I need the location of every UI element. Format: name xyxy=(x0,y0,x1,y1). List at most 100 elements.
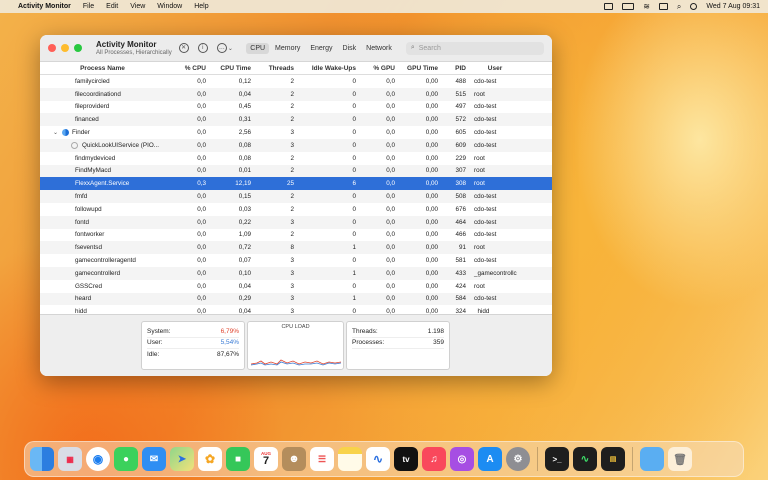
system-settings-icon[interactable]: ⚙ xyxy=(506,447,530,471)
system-label: System: xyxy=(147,327,171,335)
threads-label: Threads: xyxy=(352,327,378,335)
header-process-name[interactable]: Process Name xyxy=(45,65,160,72)
window-title-block: Activity Monitor All Processes, Hierarch… xyxy=(96,40,177,56)
facetime-icon[interactable]: ■ xyxy=(226,447,250,471)
photos-icon[interactable]: ✿ xyxy=(198,447,222,471)
header-cpu-time[interactable]: CPU Time xyxy=(210,65,255,72)
header-threads[interactable]: Threads xyxy=(255,65,298,72)
reminders-icon[interactable]: ☰ xyxy=(310,447,334,471)
messages-icon[interactable]: ● xyxy=(114,447,138,471)
display-icon[interactable] xyxy=(604,3,614,10)
table-row[interactable]: fontd 0,0 0,22 3 0 0,0 0,00 464 cdo-test xyxy=(40,215,552,229)
cell-cpu: 0,0 xyxy=(160,257,210,264)
cell-text: 424 xyxy=(455,282,466,290)
table-row[interactable]: fmfd 0,0 0,15 2 0 0,0 0,00 508 cdo-test xyxy=(40,190,552,203)
cell-gpu: 0,0 xyxy=(360,103,399,110)
cell-text: 0 xyxy=(352,205,356,213)
cell-name: filecoordinationd xyxy=(45,91,160,98)
cell-text: 0,00 xyxy=(425,103,438,111)
header-cpu[interactable]: % CPU xyxy=(160,65,210,72)
table-row[interactable]: GSSCred 0,0 0,04 3 0 0,0 0,00 424 root xyxy=(40,280,552,293)
tab-memory[interactable]: Memory xyxy=(271,43,304,54)
table-row[interactable]: gamecontrolleragentd 0,0 0,07 3 0 0,0 0,00 581 c… xyxy=(40,254,552,267)
cell-idle: 0 xyxy=(298,91,360,98)
table-row[interactable]: fileproviderd 0,0 0,45 2 0 0,0 0,00 497 cdo-test xyxy=(40,101,552,114)
app-store-icon[interactable]: A xyxy=(478,447,502,471)
tab-cpu[interactable]: CPU xyxy=(246,42,270,54)
calendar-icon[interactable]: AUG 7 xyxy=(254,447,278,471)
dock-separator-2 xyxy=(632,447,633,471)
tab-network[interactable]: Network xyxy=(362,43,396,54)
table-row[interactable]: familycircled 0,0 0,12 2 0 0,0 0,00 488 cdo-test xyxy=(40,75,552,88)
zoom-button[interactable] xyxy=(74,44,82,52)
activity-monitor-icon[interactable]: ∿ xyxy=(573,447,597,471)
spotlight-icon[interactable]: ⌕ xyxy=(677,2,681,12)
music-icon[interactable]: ♫ xyxy=(422,447,446,471)
table-row[interactable]: fseventsd 0,0 0,72 8 1 0,0 0,00 91 root xyxy=(40,241,552,255)
battery-icon[interactable] xyxy=(622,3,635,10)
tab-disk[interactable]: Disk xyxy=(339,43,361,54)
console-icon[interactable]: ▤ xyxy=(601,447,625,471)
cell-user: cdo-test xyxy=(470,257,520,264)
table-row[interactable]: heard 0,0 0,29 3 1 0,0 0,00 584 cdo-test xyxy=(40,292,552,306)
cell-text: 0,0 xyxy=(386,231,395,239)
cell-cput: 0,29 xyxy=(210,295,255,302)
control-center-icon[interactable] xyxy=(658,3,668,10)
cell-text: root xyxy=(474,90,485,98)
wifi-icon[interactable]: ≋ xyxy=(643,2,650,11)
menubar-clock[interactable]: Wed 7 Aug 09:31 xyxy=(706,3,760,10)
apple-tv-icon[interactable]: tv xyxy=(394,447,418,471)
table-row[interactable]: financed 0,0 0,31 2 0 0,0 0,00 572 cdo-test xyxy=(40,113,552,127)
cell-name: FindMyMacd xyxy=(45,167,160,174)
table-row[interactable]: fontworker 0,0 1,09 2 0 0,0 0,00 466 cdo-test xyxy=(40,229,552,242)
trash-icon[interactable]: 🗑 xyxy=(668,447,692,471)
table-row[interactable]: findmydeviced 0,0 0,08 2 0 0,0 0,00 229 root xyxy=(40,152,552,165)
header-gpu-time[interactable]: GPU Time xyxy=(399,65,442,72)
siri-icon[interactable] xyxy=(690,3,698,10)
search-input[interactable]: ⌕ Search xyxy=(405,41,544,55)
menu-app-name[interactable]: Activity Monitor xyxy=(18,3,71,10)
disclosure-icon[interactable]: ⌄ xyxy=(53,129,58,136)
cell-text: 0 xyxy=(352,116,356,124)
menu-bar: Activity Monitor File Edit View Window H… xyxy=(0,0,768,13)
cell-pid: 515 xyxy=(442,91,470,98)
freeform-icon[interactable]: ∿ xyxy=(366,447,390,471)
minimize-button[interactable] xyxy=(61,44,69,52)
header-gpu[interactable]: % GPU xyxy=(360,65,399,72)
terminal-icon[interactable]: >_ xyxy=(545,447,569,471)
menu-help[interactable]: Help xyxy=(194,3,208,10)
table-row[interactable]: FindMyMacd 0,0 0,01 2 0 0,0 0,00 307 root xyxy=(40,164,552,178)
table-row[interactable]: followupd 0,0 0,03 2 0 0,0 0,00 676 cdo-test xyxy=(40,203,552,216)
table-row[interactable]: gamecontrollerd 0,0 0,10 3 1 0,0 0,00 433 _gamec… xyxy=(40,266,552,280)
finder-icon[interactable] xyxy=(30,447,54,471)
cell-text: 8 xyxy=(290,244,294,252)
menu-view[interactable]: View xyxy=(130,3,145,10)
notes-icon[interactable] xyxy=(338,447,362,471)
launchpad-icon[interactable]: ▦ xyxy=(58,447,82,471)
close-button[interactable] xyxy=(48,44,56,52)
cell-text: 3 xyxy=(290,282,294,290)
cell-idle: 0 xyxy=(298,219,360,226)
menu-edit[interactable]: Edit xyxy=(106,3,118,10)
cell-text: 0,00 xyxy=(425,193,438,201)
table-row[interactable]: QuickLookUIService (PIO... 0,0 0,08 3 0 0,0 0,… xyxy=(40,138,552,152)
mail-icon[interactable]: ✉ xyxy=(142,447,166,471)
header-user[interactable]: User xyxy=(470,65,520,72)
tab-energy[interactable]: Energy xyxy=(306,43,336,54)
menu-window[interactable]: Window xyxy=(157,3,182,10)
cell-cput: 0,08 xyxy=(210,155,255,162)
header-pid[interactable]: PID xyxy=(442,65,470,72)
safari-icon[interactable]: ◉ xyxy=(86,447,110,471)
inspect-process-button[interactable]: i xyxy=(196,41,209,55)
more-actions-button[interactable]: … ⌄ xyxy=(215,41,234,55)
table-row[interactable]: filecoordinationd 0,0 0,04 2 0 0,0 0,00 515 root xyxy=(40,87,552,101)
menu-file[interactable]: File xyxy=(83,3,94,10)
header-idle-wakeups[interactable]: Idle Wake-Ups xyxy=(298,65,360,72)
podcasts-icon[interactable]: ◎ xyxy=(450,447,474,471)
table-row[interactable]: FlexxAgent.Service 0,3 12,19 25 6 0,0 0,00 308 r… xyxy=(40,177,552,191)
downloads-folder-icon[interactable] xyxy=(640,447,664,471)
maps-icon[interactable]: ➤ xyxy=(170,447,194,471)
table-row[interactable]: ⌄ Finder 0,0 2,56 3 0 0,0 0,00 605 cdo-test xyxy=(40,126,552,139)
stop-process-button[interactable]: ✕ xyxy=(177,41,190,55)
contacts-icon[interactable]: ☻ xyxy=(282,447,306,471)
